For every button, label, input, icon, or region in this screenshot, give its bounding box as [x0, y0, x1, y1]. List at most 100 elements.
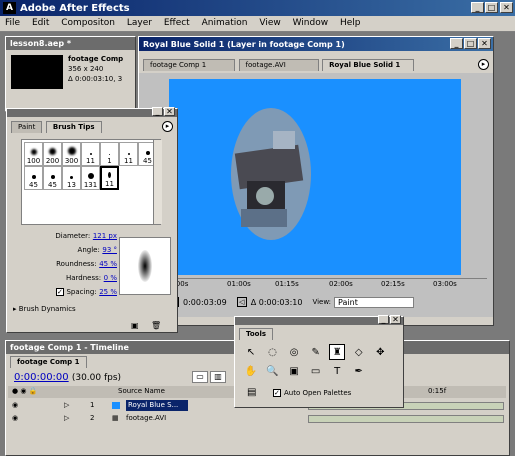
brush-tool-icon[interactable]: ✎	[308, 344, 324, 360]
layer-duration-bar[interactable]	[308, 415, 504, 423]
comp-flow-icon[interactable]: ▥	[210, 371, 226, 383]
app-logo-icon: A	[3, 2, 16, 14]
menu-view[interactable]: View	[259, 18, 280, 28]
layer-canvas	[169, 79, 461, 275]
roundness-value[interactable]: 45 %	[99, 260, 117, 268]
ruler-mark: 03:00s	[433, 280, 457, 288]
rotate-tool-icon[interactable]: ◌	[265, 344, 281, 360]
spacing-checkbox[interactable]: ✓	[55, 288, 64, 296]
minimize-icon[interactable]: _	[471, 2, 484, 13]
tab-paint[interactable]: Paint	[11, 121, 43, 133]
menu-layer[interactable]: Layer	[127, 18, 152, 28]
selection-tool-icon[interactable]: ↖	[243, 344, 259, 360]
brush-scrollbar[interactable]	[153, 140, 162, 224]
spacing-value[interactable]: 25 %	[99, 288, 117, 296]
view-select[interactable]: Paint	[334, 296, 415, 308]
table-row[interactable]: ◉ ▷ 2 ▦ footage.AVI	[8, 413, 506, 425]
out-point-icon[interactable]: ◁	[236, 297, 247, 307]
timeline-time[interactable]: 0:00:00:00 (30.00 fps)	[14, 372, 121, 383]
tools-close-icon[interactable]: ✕	[390, 315, 401, 324]
current-time[interactable]: 0:00:03:09	[183, 298, 227, 307]
layer-name[interactable]: Royal Blue S...	[126, 400, 188, 411]
layer-panel-menu-icon[interactable]: ▸	[478, 59, 489, 70]
menu-animation[interactable]: Animation	[202, 18, 248, 28]
text-tool-icon[interactable]: T	[329, 363, 345, 379]
layer-tabs: footage Comp 1 footage.AVI Royal Blue So…	[143, 59, 483, 71]
auto-open-palettes[interactable]: ✓ Auto Open Palettes	[273, 389, 351, 397]
eraser-icon[interactable]: ◇	[351, 344, 367, 360]
tab-royal-blue-solid[interactable]: Royal Blue Solid 1	[322, 59, 415, 71]
mask-tool-icon[interactable]: ▭	[308, 363, 324, 379]
new-brush-icon[interactable]: ▣	[131, 321, 139, 330]
comp-button-icon[interactable]: ▭	[192, 371, 208, 383]
brush-tip[interactable]: 131	[81, 166, 100, 190]
expand-arrow-icon[interactable]: ▷	[64, 400, 69, 411]
brush-tip[interactable]: 300	[62, 142, 81, 166]
tools-tab[interactable]: Tools	[239, 328, 274, 340]
project-panel: lesson8.aep * footage Comp 356 x 240 Δ 0…	[5, 36, 136, 112]
tab-brush-tips[interactable]: Brush Tips	[45, 121, 102, 133]
tab-footage-avi[interactable]: footage.AVI	[238, 59, 319, 71]
clone-stamp-icon[interactable]: ♜	[329, 344, 346, 360]
orbit-camera-icon[interactable]: ◎	[286, 344, 302, 360]
delete-brush-icon[interactable]: 🗑	[151, 321, 161, 330]
tools-minimize-icon[interactable]: _	[378, 315, 389, 324]
brush-tip[interactable]: 1	[100, 142, 119, 166]
brush-panel-menu-icon[interactable]: ▸	[162, 121, 173, 132]
eye-icon[interactable]: ◉	[12, 413, 18, 424]
camera-tool-icon[interactable]: ▣	[286, 363, 302, 379]
menu-help[interactable]: Help	[340, 18, 361, 28]
brush-tip[interactable]: 11	[119, 142, 138, 166]
view-label: View:	[312, 298, 332, 306]
ruler-mark: 01:15s	[275, 280, 299, 288]
timeline-ruler-mark: 0:15f	[428, 387, 447, 395]
menu-file[interactable]: File	[5, 18, 20, 28]
menu-bar: File Edit Compositon Layer Effect Animat…	[0, 16, 515, 32]
brush-tip[interactable]: 13	[62, 166, 81, 190]
layer-maximize-icon[interactable]: □	[464, 38, 477, 49]
hardness-value[interactable]: 0 %	[104, 274, 117, 282]
av-icons: ● ◉ 🔒	[12, 387, 38, 395]
layer-minimize-icon[interactable]: _	[450, 38, 463, 49]
zoom-tool-icon[interactable]: 🔍	[265, 363, 281, 379]
layer-close-icon[interactable]: ✕	[478, 38, 491, 49]
app-title: Adobe After Effects	[20, 2, 130, 14]
source-name-header[interactable]: Source Name	[118, 386, 165, 397]
close-icon[interactable]: ✕	[500, 2, 513, 13]
project-thumbnail	[11, 55, 63, 89]
brush-tip[interactable]: 45	[43, 166, 62, 190]
timeline-fps: (30.00 fps)	[71, 373, 122, 383]
menu-effect[interactable]: Effect	[164, 18, 190, 28]
diameter-value[interactable]: 121 px	[93, 232, 117, 240]
brush-tip[interactable]: 11	[81, 142, 100, 166]
brush-tip-grid: 100 200 300 11 1 11 45 45 45 13 131 11	[21, 139, 161, 225]
eye-icon[interactable]: ◉	[12, 400, 18, 411]
hand-tool-icon[interactable]: ✋	[243, 363, 259, 379]
tab-footage-comp[interactable]: footage Comp 1	[143, 59, 235, 71]
maximize-icon[interactable]: □	[485, 2, 498, 13]
pen-tool-icon[interactable]: ✒	[351, 363, 367, 379]
project-title: lesson8.aep *	[10, 39, 72, 48]
project-item-size: 356 x 240	[68, 65, 104, 73]
expand-arrow-icon[interactable]: ▷	[64, 413, 69, 424]
brush-tip[interactable]: 100	[24, 142, 43, 166]
pan-behind-icon[interactable]: ✥	[372, 344, 388, 360]
menu-edit[interactable]: Edit	[32, 18, 49, 28]
menu-composition[interactable]: Compositon	[61, 18, 115, 28]
brush-tip[interactable]: 200	[43, 142, 62, 166]
tab-timeline-comp[interactable]: footage Comp 1	[10, 356, 87, 368]
auto-open-checkbox[interactable]: ✓	[273, 389, 281, 397]
brush-tip-selected[interactable]: 11	[100, 166, 119, 190]
layer-name[interactable]: footage.AVI	[126, 413, 166, 424]
brush-close-icon[interactable]: ✕	[164, 107, 175, 116]
angle-value[interactable]: 93 °	[102, 246, 117, 254]
brush-tip[interactable]: 45	[24, 166, 43, 190]
camera-image	[231, 108, 311, 240]
footage-icon: ▦	[112, 414, 119, 422]
brush-preview	[119, 237, 171, 295]
brush-minimize-icon[interactable]: _	[152, 107, 163, 116]
brush-dynamics[interactable]: ▸ Brush Dynamics	[13, 305, 76, 313]
app-title-bar: A Adobe After Effects _ □ ✕	[0, 0, 515, 16]
palette-icon[interactable]: ▤	[247, 387, 256, 398]
menu-window[interactable]: Window	[293, 18, 329, 28]
